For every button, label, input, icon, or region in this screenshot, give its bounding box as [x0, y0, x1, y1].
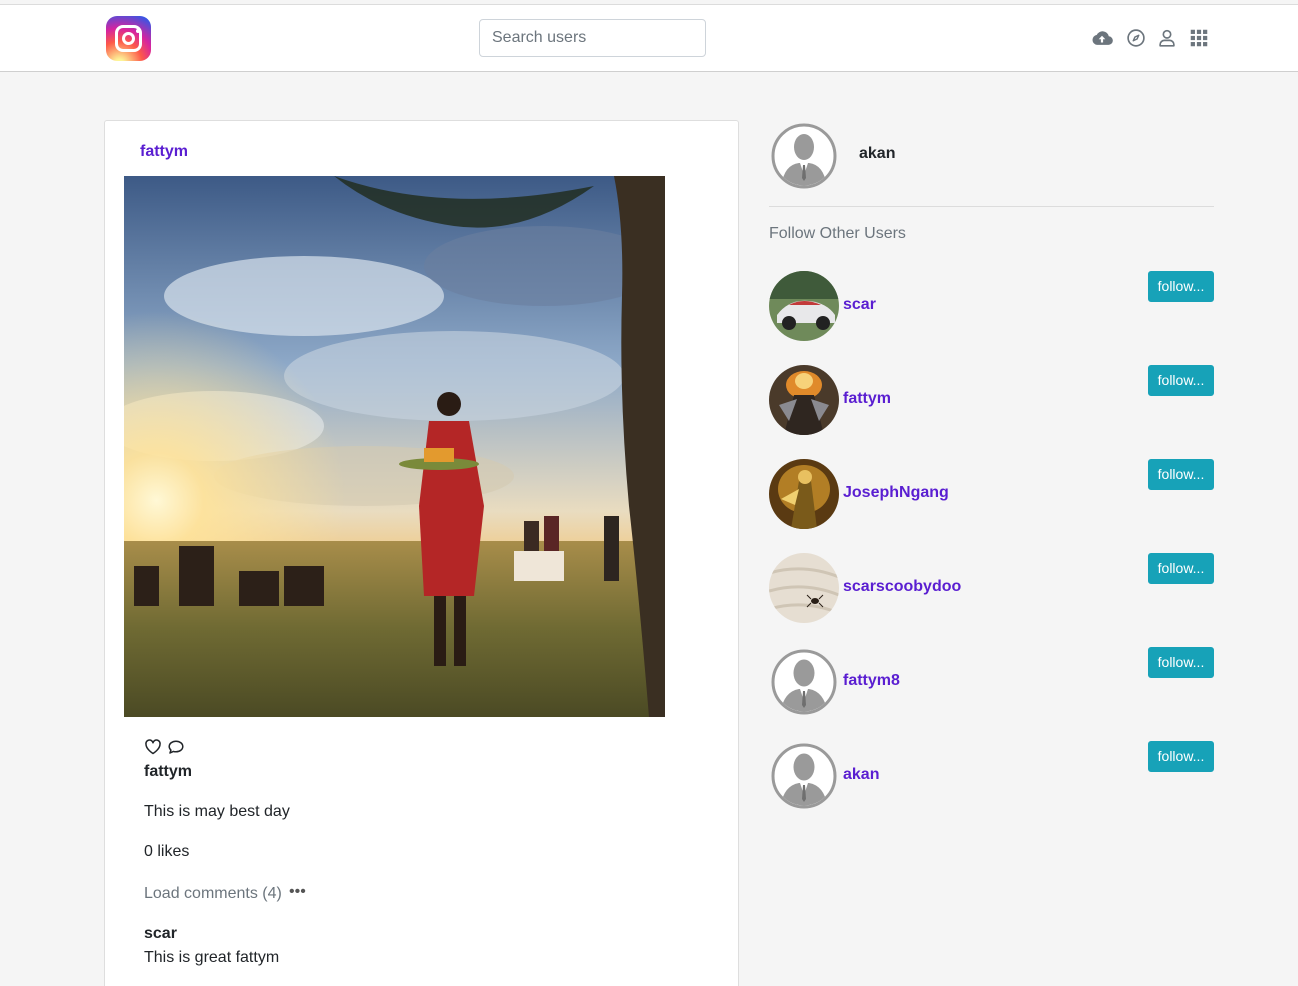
- suggestion-username-link[interactable]: scar: [843, 296, 876, 314]
- follow-button[interactable]: follow...: [1148, 271, 1214, 302]
- suggestion-row: fattym8 follow...: [769, 647, 1214, 717]
- user-avatar[interactable]: [769, 271, 839, 341]
- logo-dot: [136, 29, 140, 33]
- suggestion-row: scar follow...: [769, 271, 1214, 341]
- upload-cloud-icon[interactable]: [1091, 27, 1113, 49]
- suggestion-username-link[interactable]: scarscoobydoo: [843, 578, 961, 596]
- instagram-logo-icon[interactable]: [106, 16, 151, 61]
- comment-text: This is great fattym: [144, 949, 280, 966]
- current-username[interactable]: akan: [859, 145, 895, 163]
- default-avatar-icon[interactable]: [769, 741, 839, 811]
- suggestion-row: scarscoobydoo follow...: [769, 553, 1214, 623]
- compass-icon[interactable]: [1125, 27, 1147, 49]
- user-avatar[interactable]: [769, 365, 839, 435]
- post-image[interactable]: [124, 176, 665, 717]
- logo-lens: [122, 32, 135, 45]
- post-caption: This is may best day: [144, 803, 290, 820]
- suggestion-row: akan follow...: [769, 741, 1214, 811]
- default-avatar-icon[interactable]: [769, 647, 839, 717]
- top-navbar: [0, 4, 1298, 72]
- load-comments-link[interactable]: Load comments (4): [144, 885, 282, 903]
- user-icon[interactable]: [1156, 27, 1178, 49]
- suggestion-username-link[interactable]: fattym8: [843, 672, 900, 690]
- follow-button[interactable]: follow...: [1148, 741, 1214, 772]
- user-avatar[interactable]: [769, 553, 839, 623]
- follow-button[interactable]: follow...: [1148, 365, 1214, 396]
- user-avatar[interactable]: [769, 459, 839, 529]
- suggestion-username-link[interactable]: JosephNgang: [843, 484, 949, 502]
- follow-button[interactable]: follow...: [1148, 647, 1214, 678]
- more-options-icon[interactable]: •••: [289, 883, 306, 901]
- suggestion-row: JosephNgang follow...: [769, 459, 1214, 529]
- grid-icon[interactable]: [1188, 27, 1210, 49]
- current-user-avatar[interactable]: [771, 123, 837, 189]
- suggestion-username-link[interactable]: akan: [843, 766, 879, 784]
- post-card: fattym fattym This is may best day 0 lik…: [104, 120, 739, 986]
- suggestion-row: fattym follow...: [769, 365, 1214, 435]
- comment-author: scar: [144, 925, 177, 942]
- post-actions: [144, 738, 186, 756]
- search-input[interactable]: [479, 19, 706, 57]
- suggestions-heading: Follow Other Users: [769, 225, 906, 242]
- heart-icon[interactable]: [144, 738, 162, 756]
- post-author: fattym: [144, 763, 193, 780]
- suggestion-username-link[interactable]: fattym: [843, 390, 891, 408]
- follow-button[interactable]: follow...: [1148, 459, 1214, 490]
- comment-icon[interactable]: [167, 738, 185, 756]
- likes-count: 0 likes: [144, 843, 190, 860]
- sidebar-divider: [769, 206, 1214, 207]
- post-username-link[interactable]: fattym: [140, 143, 188, 161]
- follow-button[interactable]: follow...: [1148, 553, 1214, 584]
